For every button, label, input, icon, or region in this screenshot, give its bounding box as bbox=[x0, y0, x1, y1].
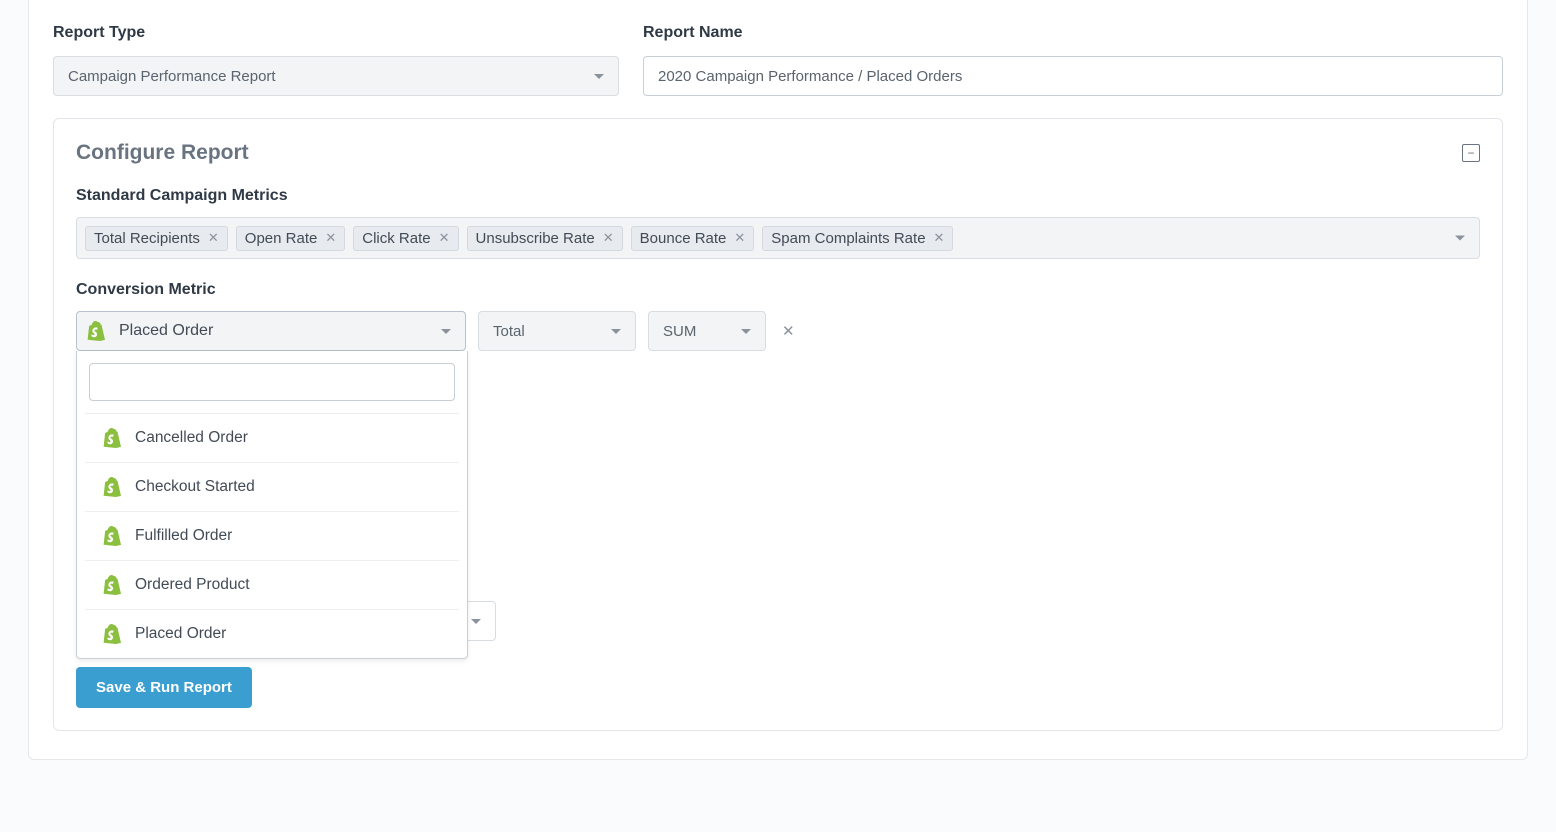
remove-tag-icon[interactable]: ✕ bbox=[734, 230, 745, 246]
chevron-down-icon bbox=[441, 329, 451, 334]
report-builder-form: Report Type Campaign Performance Report … bbox=[28, 0, 1528, 760]
tag-label: Bounce Rate bbox=[640, 230, 727, 247]
clear-conversion-icon[interactable]: ✕ bbox=[778, 322, 799, 340]
remove-tag-icon[interactable]: ✕ bbox=[439, 230, 450, 246]
configure-header: Configure Report − bbox=[76, 141, 1480, 165]
report-type-group: Report Type Campaign Performance Report bbox=[53, 24, 619, 96]
tag-label: Spam Complaints Rate bbox=[771, 230, 925, 247]
chevron-down-icon bbox=[594, 74, 604, 79]
report-type-value: Campaign Performance Report bbox=[68, 68, 276, 85]
shopify-icon bbox=[103, 575, 121, 595]
metric-tag: Bounce Rate ✕ bbox=[631, 226, 755, 251]
report-name-group: Report Name bbox=[643, 24, 1503, 96]
configure-title: Configure Report bbox=[76, 141, 249, 165]
shopify-icon bbox=[103, 428, 121, 448]
report-type-label: Report Type bbox=[53, 24, 619, 42]
metric-tag: Unsubscribe Rate ✕ bbox=[467, 226, 623, 251]
option-label: Placed Order bbox=[135, 625, 226, 643]
option-label: Checkout Started bbox=[135, 478, 255, 496]
shopify-icon bbox=[103, 526, 121, 546]
aggregation-func-select[interactable]: SUM bbox=[648, 311, 766, 351]
report-type-select[interactable]: Campaign Performance Report bbox=[53, 56, 619, 96]
conversion-dropdown: Cancelled Order Checkout Started bbox=[76, 351, 468, 659]
shopify-icon bbox=[103, 477, 121, 497]
metric-tag: Spam Complaints Rate ✕ bbox=[762, 226, 953, 251]
shopify-icon bbox=[87, 321, 105, 341]
chevron-down-icon bbox=[611, 329, 621, 334]
dropdown-option[interactable]: Checkout Started bbox=[85, 462, 459, 511]
option-label: Ordered Product bbox=[135, 576, 250, 594]
tag-label: Total Recipients bbox=[94, 230, 200, 247]
dropdown-option[interactable]: Placed Order bbox=[85, 609, 459, 658]
conversion-select-wrapper: Placed Order Cancelled Order bbox=[76, 311, 466, 351]
tag-label: Unsubscribe Rate bbox=[476, 230, 595, 247]
top-config-row: Report Type Campaign Performance Report … bbox=[53, 24, 1503, 96]
tag-label: Click Rate bbox=[362, 230, 430, 247]
metric-tag: Total Recipients ✕ bbox=[85, 226, 228, 251]
report-name-label: Report Name bbox=[643, 24, 1503, 42]
agg-type-value: Total bbox=[493, 323, 525, 340]
minus-icon: − bbox=[1467, 147, 1474, 159]
chevron-down-icon bbox=[1455, 236, 1465, 241]
option-label: Cancelled Order bbox=[135, 429, 248, 447]
dropdown-option[interactable]: Cancelled Order bbox=[85, 413, 459, 462]
dropdown-list: Cancelled Order Checkout Started bbox=[77, 413, 467, 658]
dropdown-search-input[interactable] bbox=[89, 363, 455, 401]
remove-tag-icon[interactable]: ✕ bbox=[603, 230, 614, 246]
configure-panel: Configure Report − Standard Campaign Met… bbox=[53, 118, 1503, 731]
save-run-report-button[interactable]: Save & Run Report bbox=[76, 667, 252, 708]
remove-tag-icon[interactable]: ✕ bbox=[325, 230, 336, 246]
remove-tag-icon[interactable]: ✕ bbox=[934, 230, 945, 246]
chevron-down-icon bbox=[471, 619, 481, 624]
report-name-input[interactable] bbox=[643, 56, 1503, 96]
chevron-down-icon bbox=[741, 329, 751, 334]
tag-label: Open Rate bbox=[245, 230, 318, 247]
remove-tag-icon[interactable]: ✕ bbox=[208, 230, 219, 246]
collapse-button[interactable]: − bbox=[1462, 144, 1480, 162]
conversion-metric-select[interactable]: Placed Order bbox=[76, 311, 466, 351]
agg-func-value: SUM bbox=[663, 323, 696, 340]
dropdown-option[interactable]: Ordered Product bbox=[85, 560, 459, 609]
shopify-icon bbox=[103, 624, 121, 644]
conversion-selected-value: Placed Order bbox=[119, 322, 213, 340]
metric-tag: Click Rate ✕ bbox=[353, 226, 458, 251]
standard-metrics-multiselect[interactable]: Total Recipients ✕ Open Rate ✕ Click Rat… bbox=[76, 217, 1480, 259]
standard-metrics-label: Standard Campaign Metrics bbox=[76, 187, 1480, 205]
conversion-metric-row: Placed Order Cancelled Order bbox=[76, 311, 1480, 351]
dropdown-option[interactable]: Fulfilled Order bbox=[85, 511, 459, 560]
conversion-metric-label: Conversion Metric bbox=[76, 281, 1480, 299]
metric-tag: Open Rate ✕ bbox=[236, 226, 345, 251]
option-label: Fulfilled Order bbox=[135, 527, 232, 545]
aggregation-type-select[interactable]: Total bbox=[478, 311, 636, 351]
